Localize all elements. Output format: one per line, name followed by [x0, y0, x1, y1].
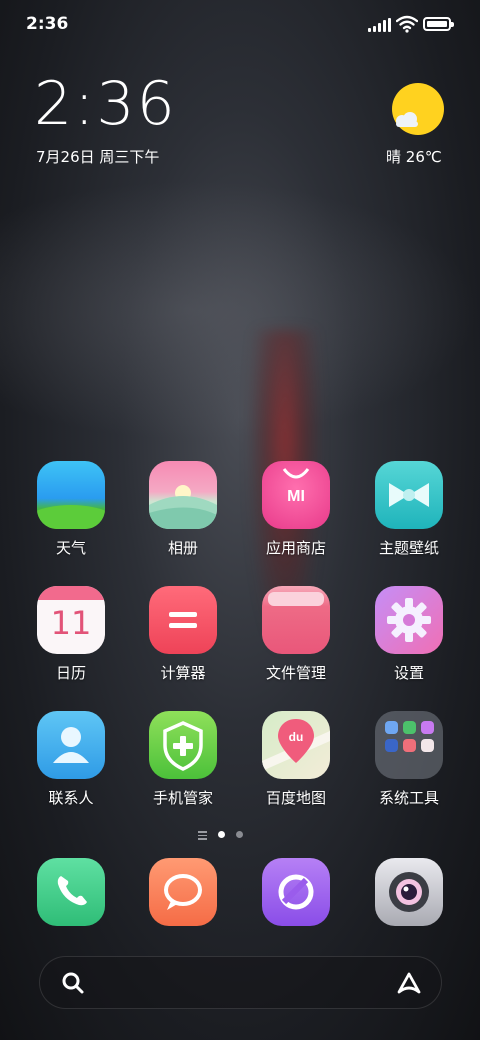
- assistant-icon[interactable]: [395, 970, 423, 996]
- app-calendar[interactable]: 11 日历: [16, 586, 126, 696]
- app-label: 文件管理: [265, 664, 326, 682]
- app-label: 系统工具: [378, 789, 439, 807]
- page-dot: [236, 831, 243, 838]
- status-time: 2:36: [26, 14, 69, 34]
- security-shield-icon: [149, 711, 217, 779]
- app-label: 手机管家: [152, 789, 213, 807]
- page-list-icon: [198, 831, 207, 842]
- themes-bow-icon: [375, 461, 443, 529]
- app-label: 百度地图: [265, 789, 326, 807]
- page-indicator[interactable]: [198, 829, 258, 841]
- clock-date[interactable]: 7月26日 周三下午: [36, 146, 159, 167]
- calendar-app-icon: 11: [37, 586, 105, 654]
- app-label: 计算器: [160, 664, 206, 682]
- app-calculator[interactable]: 计算器: [128, 586, 238, 696]
- app-gallery[interactable]: 相册: [128, 461, 238, 571]
- status-bar: 2:36: [0, 0, 480, 50]
- contacts-app-icon: [37, 711, 105, 779]
- weather-app-icon: [37, 461, 105, 529]
- app-security[interactable]: 手机管家: [128, 711, 238, 821]
- app-contacts[interactable]: 联系人: [16, 711, 126, 821]
- app-store-icon: MI: [262, 461, 330, 529]
- browser-icon: [262, 858, 330, 926]
- weather-summary[interactable]: 晴 26℃: [386, 146, 442, 167]
- svg-text:MI: MI: [287, 488, 305, 505]
- signal-strength-icon: [368, 18, 391, 32]
- app-label: 天气: [55, 539, 86, 557]
- system-tools-folder-icon: [375, 711, 443, 779]
- battery-icon: [423, 17, 454, 31]
- baidu-map-icon: du: [262, 711, 330, 779]
- wifi-icon: [396, 15, 418, 33]
- messages-icon: [149, 858, 217, 926]
- calendar-day: 11: [50, 604, 92, 642]
- app-store[interactable]: MI 应用商店: [241, 461, 351, 571]
- weather-temperature: 26℃: [405, 148, 442, 166]
- app-label: 应用商店: [265, 539, 326, 557]
- app-baidu-map[interactable]: du 百度地图: [241, 711, 351, 821]
- app-label: 主题壁纸: [378, 539, 439, 557]
- app-themes[interactable]: 主题壁纸: [354, 461, 464, 571]
- weather-condition: 晴: [386, 148, 402, 166]
- sun-cloud-icon[interactable]: [390, 83, 446, 139]
- settings-gear-icon: [375, 586, 443, 654]
- dock-camera[interactable]: [354, 858, 464, 968]
- app-label: 日历: [55, 664, 86, 682]
- dock-messages[interactable]: [128, 858, 238, 968]
- file-manager-icon: [262, 586, 330, 654]
- app-label: 联系人: [48, 789, 94, 807]
- app-label: 相册: [167, 539, 198, 557]
- app-settings[interactable]: 设置: [354, 586, 464, 696]
- gallery-app-icon: [149, 461, 217, 529]
- app-folder-system-tools[interactable]: 系统工具: [354, 711, 464, 821]
- search-bar[interactable]: [39, 956, 442, 1009]
- app-weather[interactable]: 天气: [16, 461, 126, 571]
- app-file-manager[interactable]: 文件管理: [241, 586, 351, 696]
- search-icon[interactable]: [60, 970, 86, 996]
- svg-text:du: du: [289, 730, 304, 744]
- dock-browser[interactable]: [241, 858, 351, 968]
- page-dot-active: [218, 831, 225, 838]
- app-label: 设置: [393, 664, 424, 682]
- dock-phone[interactable]: [16, 858, 126, 968]
- phone-icon: [37, 858, 105, 926]
- wallpaper-haze: [0, 180, 480, 440]
- calculator-app-icon: [149, 586, 217, 654]
- clock-time[interactable]: 2:36: [34, 74, 177, 134]
- camera-icon: [375, 858, 443, 926]
